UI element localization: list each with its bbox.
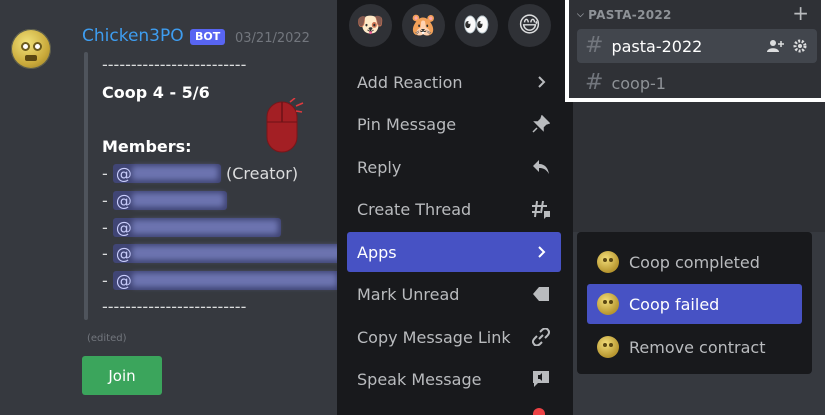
mark-unread-icon xyxy=(531,284,551,304)
menu-mark-unread[interactable]: Mark Unread xyxy=(347,274,561,314)
message-context-menu: 🐶 🐹 👀 😅 Add Reaction Pin Message Reply C… xyxy=(337,0,573,415)
chicken-app-icon xyxy=(597,293,619,315)
thread-icon xyxy=(531,199,551,219)
member-mention[interactable]: @ xyxy=(112,164,221,183)
menu-reply[interactable]: Reply xyxy=(347,147,561,187)
chevron-right-icon xyxy=(531,242,551,262)
member-row: - @ (Creator) xyxy=(102,164,299,183)
add-channel-icon[interactable]: + xyxy=(792,3,809,23)
dog-emoji-icon[interactable]: 🐶 xyxy=(349,4,392,47)
member-row: - @ xyxy=(102,218,281,237)
reply-icon xyxy=(531,157,551,177)
sweat-smile-emoji-icon[interactable]: 😅 xyxy=(508,4,551,47)
menu-copy-message-link[interactable]: Copy Message Link xyxy=(347,317,561,357)
eyes-emoji-icon[interactable]: 👀 xyxy=(455,4,498,47)
app-coop-failed[interactable]: Coop failed xyxy=(587,284,802,324)
member-row: - @ xyxy=(102,191,227,210)
chicken-app-icon xyxy=(597,336,619,358)
chevron-right-icon xyxy=(531,72,551,92)
category-header[interactable]: ⌵ PASTA-2022 xyxy=(577,8,672,22)
member-mention[interactable]: @ xyxy=(112,191,227,210)
creator-label: (Creator) xyxy=(225,164,299,183)
quick-reactions: 🐶 🐹 👀 😅 xyxy=(349,4,551,47)
divider-line: ------------------------- xyxy=(102,55,247,74)
channel-list: ⌵ PASTA-2022 + # pasta-2022 # coop-1 xyxy=(565,0,825,102)
invite-user-icon[interactable] xyxy=(767,39,785,53)
bot-badge: BOT xyxy=(190,29,226,45)
speak-icon xyxy=(531,369,551,389)
member-mention[interactable]: @ xyxy=(112,271,340,290)
divider-line: ------------------------- xyxy=(102,297,247,316)
member-row: - @ xyxy=(102,271,340,290)
app-remove-contract[interactable]: Remove contract xyxy=(587,327,802,367)
hash-icon: # xyxy=(585,70,604,95)
channel-pasta-2022[interactable]: # pasta-2022 xyxy=(577,29,817,63)
channel-coop-1[interactable]: # coop-1 xyxy=(577,66,817,100)
menu-create-thread[interactable]: Create Thread xyxy=(347,189,561,229)
member-row: - @ xyxy=(102,244,345,263)
apps-submenu: Coop completed Coop failed Remove contra… xyxy=(577,232,812,374)
hamster-emoji-icon[interactable]: 🐹 xyxy=(402,4,445,47)
bot-avatar[interactable] xyxy=(11,29,51,69)
member-mention[interactable]: @ xyxy=(112,218,281,237)
member-mention[interactable]: @ xyxy=(112,244,345,263)
message-pane: Chicken3PO BOT 03/21/2022 --------------… xyxy=(0,0,345,415)
menu-add-reaction[interactable]: Add Reaction xyxy=(347,62,561,102)
more-indicator-icon xyxy=(533,408,545,415)
embed-bar xyxy=(84,52,88,320)
hash-icon: # xyxy=(585,33,604,58)
edited-label: (edited) xyxy=(87,333,127,344)
chevron-down-icon: ⌵ xyxy=(577,10,585,20)
coop-title: Coop 4 - 5/6 xyxy=(102,83,210,102)
join-button[interactable]: Join xyxy=(82,356,162,395)
gear-icon[interactable] xyxy=(793,39,807,53)
app-coop-completed[interactable]: Coop completed xyxy=(587,242,802,282)
author-name[interactable]: Chicken3PO xyxy=(82,26,184,46)
menu-apps[interactable]: Apps xyxy=(347,232,561,272)
members-label: Members: xyxy=(102,137,192,156)
mouse-click-icon xyxy=(266,98,304,153)
menu-pin-message[interactable]: Pin Message xyxy=(347,104,561,144)
chicken-app-icon xyxy=(597,251,619,273)
pin-icon xyxy=(531,114,551,134)
message-timestamp: 03/21/2022 xyxy=(235,31,310,46)
menu-speak-message[interactable]: Speak Message xyxy=(347,359,561,399)
link-icon xyxy=(531,327,551,347)
